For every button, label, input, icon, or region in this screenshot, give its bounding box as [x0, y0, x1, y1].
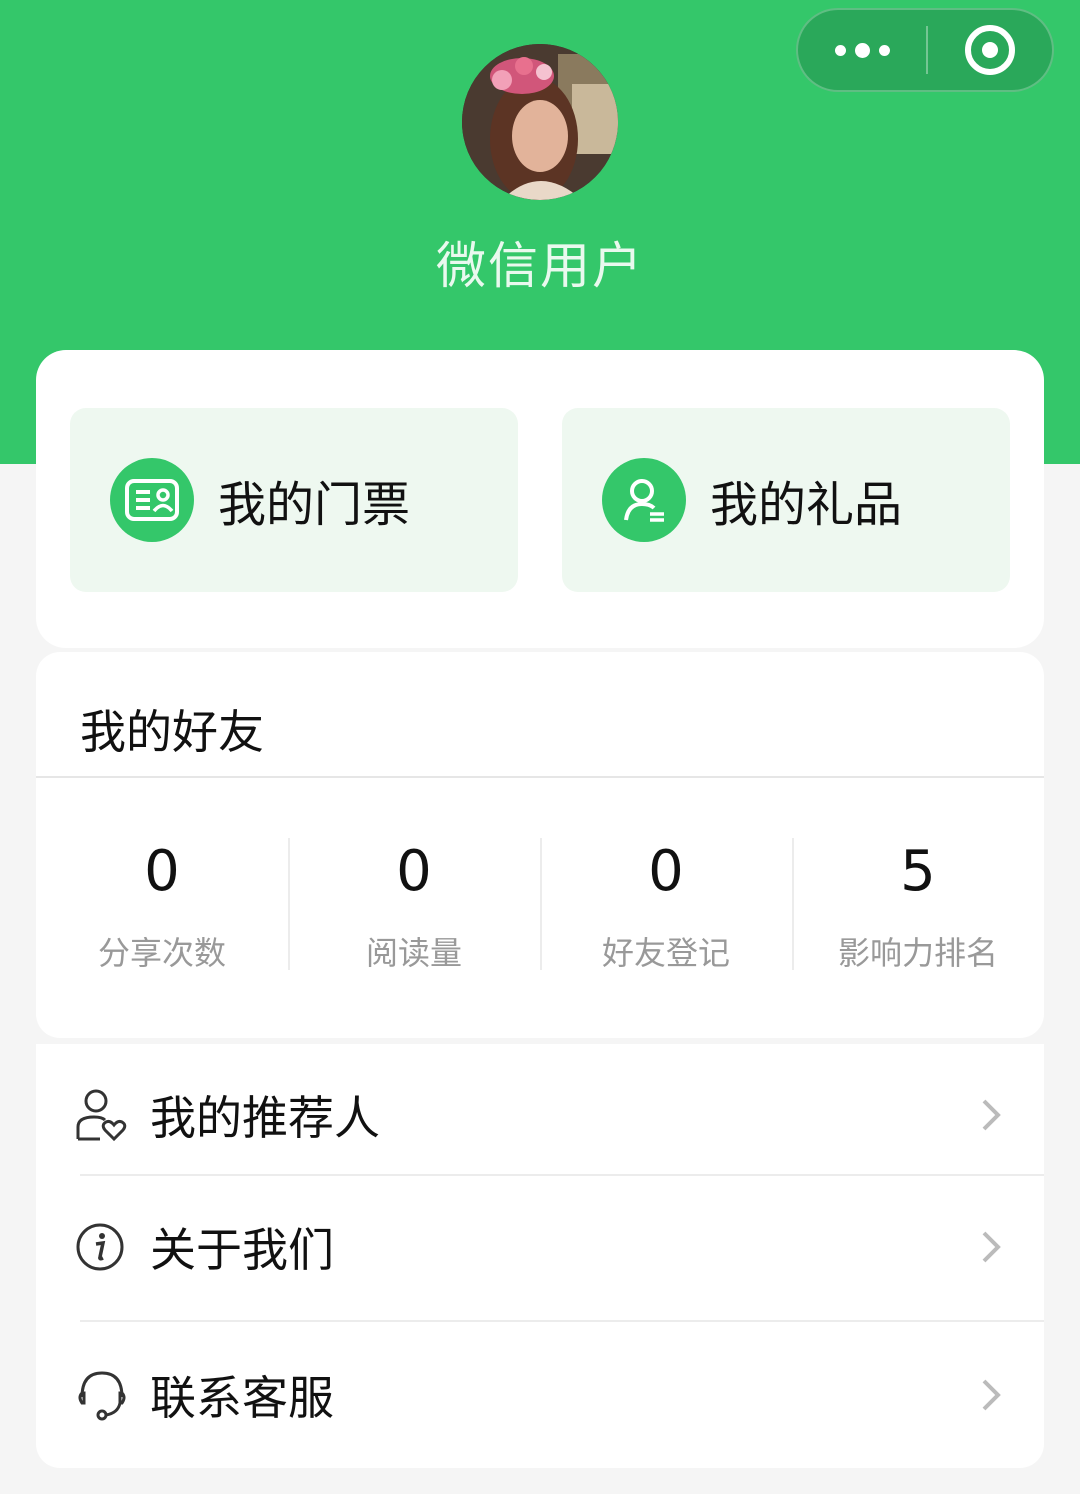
nickname: 微信用户: [436, 237, 644, 295]
divider: [80, 1174, 1044, 1176]
user-gift-icon: [602, 458, 686, 542]
stat-label: 阅读量: [365, 934, 462, 972]
chevron-right-icon: [982, 1231, 1001, 1263]
info-icon: [76, 1223, 124, 1271]
menu-item-label: 联系客服: [150, 1371, 334, 1425]
ticket-card-icon: [110, 458, 194, 542]
my-gifts-button[interactable]: 我的礼品: [562, 408, 1010, 592]
section-title: 我的好友: [80, 705, 264, 759]
my-tickets-label: 我的门票: [218, 477, 411, 533]
stats-row: 0 分享次数 0 阅读量 0 好友登记 5 影响力排名: [36, 838, 1044, 972]
stat-label: 好友登记: [601, 934, 730, 972]
my-gifts-label: 我的礼品: [710, 477, 903, 533]
more-dots-icon[interactable]: [798, 10, 926, 90]
stat-value: 0: [648, 839, 684, 904]
chevron-right-icon: [982, 1379, 1001, 1411]
mini-program-capsule: [796, 8, 1054, 92]
menu-item-my-referrer[interactable]: 我的推荐人: [36, 1050, 1044, 1180]
target-close-icon[interactable]: [928, 10, 1052, 90]
user-heart-icon: [76, 1089, 127, 1142]
menu-item-label: 我的推荐人: [150, 1091, 380, 1145]
stat-label: 分享次数: [97, 934, 226, 972]
divider: [80, 1320, 1044, 1322]
avatar[interactable]: [462, 44, 618, 200]
menu-item-label: 关于我们: [150, 1223, 334, 1277]
menu-item-about-us[interactable]: 关于我们: [36, 1182, 1044, 1312]
quick-actions-card: 我的门票 我的礼品: [36, 350, 1044, 648]
my-tickets-button[interactable]: 我的门票: [70, 408, 518, 592]
stat-value: 0: [144, 839, 180, 904]
stat-value: 5: [900, 839, 936, 904]
my-friends-card: 我的好友 0 分享次数 0 阅读量 0 好友登记 5 影响力排名: [36, 652, 1044, 1038]
headset-icon: [78, 1371, 126, 1421]
stat-value: 0: [396, 839, 432, 904]
stat-read-count[interactable]: 0 阅读量: [288, 838, 540, 972]
stat-influence-rank[interactable]: 5 影响力排名: [792, 838, 1044, 972]
menu-item-contact-support[interactable]: 联系客服: [36, 1330, 1044, 1460]
menu-list: 我的推荐人 关于我们 联系客服: [36, 1044, 1044, 1468]
divider: [36, 776, 1044, 778]
profile-page: 微信用户 我的门票 我的礼品 我的好友 0 分享次数 0 阅读量 0 好友登记 …: [0, 0, 1080, 1494]
stat-friend-registrations[interactable]: 0 好友登记: [540, 838, 792, 972]
stat-label: 影响力排名: [837, 934, 998, 972]
stat-share-count[interactable]: 0 分享次数: [36, 838, 288, 972]
chevron-right-icon: [982, 1099, 1001, 1131]
